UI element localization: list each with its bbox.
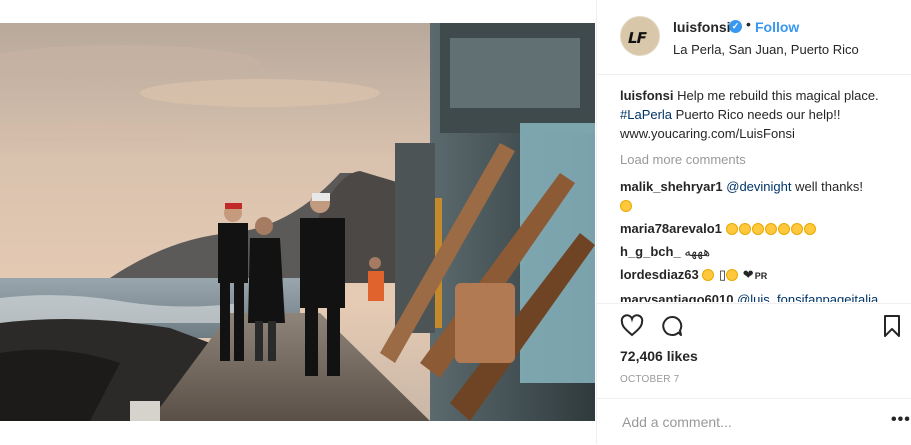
list-item: maria78arevalo1 (620, 219, 895, 238)
emoji-icon (751, 223, 764, 235)
likes-count[interactable]: 72,406 likes (620, 348, 698, 364)
comment-username[interactable]: lordesdiaz63 (620, 267, 699, 282)
post-photo[interactable] (0, 23, 595, 421)
caption-hashtag[interactable]: #LaPerla (620, 107, 672, 122)
emoji-icon (777, 223, 790, 235)
comment-username[interactable]: maria78arevalo1 (620, 221, 722, 236)
avatar[interactable]: LF (620, 16, 660, 56)
comment-username[interactable]: malik_shehryar1 (620, 179, 723, 194)
comment-extra-glyph: ▯ (719, 267, 727, 282)
avatar-logo: LF (626, 29, 648, 47)
follow-button[interactable]: Follow (755, 19, 799, 35)
post-side-panel: LF luisfonsi ✓ • Follow La Perla, San Ju… (596, 0, 911, 444)
divider (597, 303, 911, 304)
emoji-icon (803, 223, 816, 235)
more-options-icon[interactable]: ••• (891, 411, 911, 429)
load-more-comments-button[interactable]: Load more comments (620, 150, 895, 169)
list-item: malik_shehryar1 @devinight well thanks! (620, 177, 895, 215)
caption: luisfonsi Help me rebuild this magical p… (620, 86, 895, 143)
list-item: h_g_bch_ هههه (620, 242, 895, 261)
emoji-icon (738, 223, 751, 235)
header-separator: • (746, 16, 751, 32)
comment-bubble-icon[interactable] (660, 314, 684, 343)
emoji-icon (702, 269, 715, 281)
username-link[interactable]: luisfonsi (673, 19, 731, 35)
emoji-icon (620, 200, 632, 212)
heart-icon: ❤ (742, 267, 754, 282)
verified-badge-icon: ✓ (729, 20, 742, 33)
comment-mention[interactable]: @devinight (726, 179, 791, 194)
caption-username[interactable]: luisfonsi (620, 88, 673, 103)
action-bar (620, 314, 900, 343)
location-link[interactable]: La Perla, San Juan, Puerto Rico (673, 42, 859, 57)
emoji-icon (725, 223, 738, 235)
emoji-icon (790, 223, 803, 235)
photo-scene (0, 23, 595, 421)
comment-username[interactable]: marysantiago6010 (620, 292, 733, 302)
comment-tail: PR (754, 271, 768, 281)
comment-mention[interactable]: @luis_fonsifanpageitalia (737, 292, 878, 302)
heart-outline-icon[interactable] (620, 314, 644, 343)
add-comment-bar: ••• (597, 398, 911, 445)
emoji-icon (726, 269, 739, 281)
caption-text: Help me rebuild this magical place. (677, 88, 879, 103)
post-header: LF luisfonsi ✓ • Follow La Perla, San Ju… (597, 0, 911, 75)
add-comment-input[interactable] (620, 413, 864, 431)
list-item: marysantiago6010 @luis_fonsifanpageitali… (620, 290, 895, 302)
comment-text: هههه (684, 244, 711, 259)
post-date[interactable]: OCTOBER 7 (620, 374, 679, 385)
comment-username[interactable]: h_g_bch_ (620, 244, 681, 259)
comments-list[interactable]: luisfonsi Help me rebuild this magical p… (620, 86, 895, 302)
comment-text: well thanks! (795, 179, 864, 194)
emoji-icon (764, 223, 777, 235)
bookmark-icon[interactable] (882, 314, 902, 343)
list-item: lordesdiaz63 ▯ ❤PR (620, 265, 895, 286)
